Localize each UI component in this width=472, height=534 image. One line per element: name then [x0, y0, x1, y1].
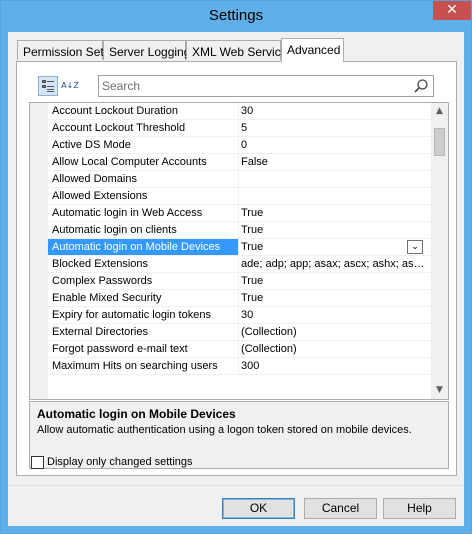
property-value[interactable]: (Collection): [238, 324, 426, 340]
property-value[interactable]: True: [238, 222, 426, 238]
tab-label: Server Logging: [109, 45, 191, 59]
property-name[interactable]: Allowed Domains: [48, 171, 239, 187]
property-value[interactable]: ade; adp; app; asax; ascx; ashx; as…: [238, 256, 426, 272]
property-name[interactable]: Automatic login on Mobile Devices: [48, 239, 239, 255]
property-row[interactable]: Blocked Extensions ade; adp; app; asax; a…: [48, 256, 431, 273]
close-icon: ✕: [446, 2, 458, 18]
help-button[interactable]: Help: [383, 498, 456, 519]
search-box[interactable]: [98, 75, 434, 97]
property-row[interactable]: Forgot password e-mail text (Collection): [48, 341, 431, 358]
property-row[interactable]: Allowed Domains: [48, 171, 431, 188]
alphabetical-glyph: A↓Z: [61, 81, 79, 90]
property-name[interactable]: Allow Local Computer Accounts: [48, 154, 239, 170]
ok-button[interactable]: OK: [222, 498, 295, 519]
categorized-icon[interactable]: [38, 76, 58, 96]
alphabetical-sort-icon[interactable]: A↓Z: [60, 76, 80, 96]
grid-gutter: [30, 103, 48, 399]
property-row[interactable]: Automatic login on Mobile Devices True ⌄: [48, 239, 431, 256]
tab-server-logging[interactable]: Server Logging: [103, 40, 190, 60]
property-name[interactable]: Complex Passwords: [48, 273, 239, 289]
property-name[interactable]: Automatic login on clients: [48, 222, 239, 238]
cancel-button[interactable]: Cancel: [304, 498, 377, 519]
property-row[interactable]: Active DS Mode 0: [48, 137, 431, 154]
tab-permission-sets[interactable]: Permission Sets: [17, 40, 110, 60]
property-value[interactable]: [238, 171, 426, 187]
vertical-scrollbar[interactable]: ▲ ▼: [431, 103, 448, 399]
property-value[interactable]: True: [238, 205, 426, 221]
property-row[interactable]: Expiry for automatic login tokens 30: [48, 307, 431, 324]
dialog-client-area: Permission Sets Server Logging XML Web S…: [8, 32, 464, 526]
property-grid: Account Lockout Duration 30 Account Lockou…: [29, 102, 449, 400]
property-value[interactable]: True: [238, 239, 426, 255]
search-icon[interactable]: [413, 78, 429, 94]
scroll-up-icon[interactable]: ▲: [431, 103, 448, 120]
property-name[interactable]: Allowed Extensions: [48, 188, 239, 204]
property-name[interactable]: Account Lockout Threshold: [48, 120, 239, 136]
settings-window: Settings ✕ Permission Sets Server Loggin…: [0, 0, 472, 534]
tab-label: XML Web Service: [192, 45, 288, 59]
description-text: Allow automatic authentication using a l…: [37, 424, 412, 436]
property-row[interactable]: External Directories (Collection): [48, 324, 431, 341]
window-title: Settings: [208, 7, 264, 24]
property-name[interactable]: Enable Mixed Security: [48, 290, 239, 306]
property-name[interactable]: Active DS Mode: [48, 137, 239, 153]
tab-advanced[interactable]: Advanced: [281, 38, 344, 62]
divider: [8, 485, 464, 486]
tab-xml-web-service[interactable]: XML Web Service: [186, 40, 287, 60]
tab-label: Permission Sets: [23, 45, 110, 59]
property-name[interactable]: Maximum Hits on searching users: [48, 358, 239, 374]
scrollbar-thumb[interactable]: [434, 128, 445, 156]
property-value[interactable]: True: [238, 273, 426, 289]
property-grid-toolbar: A↓Z: [30, 73, 435, 99]
property-row[interactable]: Complex Passwords True: [48, 273, 431, 290]
tab-label: Advanced: [287, 43, 341, 57]
property-rows: Account Lockout Duration 30 Account Lockou…: [48, 103, 431, 375]
property-value[interactable]: 5: [238, 120, 426, 136]
property-row[interactable]: Automatic login on clients True: [48, 222, 431, 239]
property-value[interactable]: 300: [238, 358, 426, 374]
title-bar[interactable]: Settings ✕: [1, 1, 471, 31]
property-row[interactable]: Automatic login in Web Access True: [48, 205, 431, 222]
property-name[interactable]: Forgot password e-mail text: [48, 341, 239, 357]
property-value[interactable]: True: [238, 290, 426, 306]
search-input[interactable]: [102, 78, 402, 94]
scroll-down-icon[interactable]: ▼: [431, 382, 448, 399]
changed-only-checkbox[interactable]: [31, 456, 44, 469]
close-button[interactable]: ✕: [433, 1, 471, 20]
chevron-down-icon[interactable]: ⌄: [407, 240, 423, 254]
property-row[interactable]: Maximum Hits on searching users 300: [48, 358, 431, 375]
property-value[interactable]: False: [238, 154, 426, 170]
property-name[interactable]: External Directories: [48, 324, 239, 340]
property-name[interactable]: Account Lockout Duration: [48, 103, 239, 119]
property-row[interactable]: Account Lockout Duration 30: [48, 103, 431, 120]
property-value[interactable]: 30: [238, 103, 426, 119]
property-row[interactable]: Account Lockout Threshold 5: [48, 120, 431, 137]
property-row[interactable]: Allowed Extensions: [48, 188, 431, 205]
categorized-glyph: [42, 80, 54, 92]
property-value[interactable]: 0: [238, 137, 426, 153]
property-value[interactable]: (Collection): [238, 341, 426, 357]
property-row[interactable]: Allow Local Computer Accounts False: [48, 154, 431, 171]
changed-only-label[interactable]: Display only changed settings: [47, 456, 193, 468]
description-title: Automatic login on Mobile Devices: [37, 407, 236, 421]
property-name[interactable]: Automatic login in Web Access: [48, 205, 239, 221]
property-name[interactable]: Blocked Extensions: [48, 256, 239, 272]
property-name[interactable]: Expiry for automatic login tokens: [48, 307, 239, 323]
property-row[interactable]: Enable Mixed Security True: [48, 290, 431, 307]
property-value[interactable]: [238, 188, 426, 204]
property-value[interactable]: 30: [238, 307, 426, 323]
